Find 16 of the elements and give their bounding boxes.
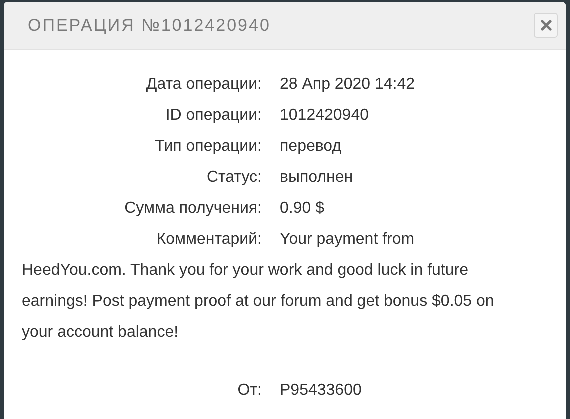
close-icon (540, 20, 552, 31)
field-value: P95433600 (280, 382, 362, 399)
close-button[interactable] (534, 13, 558, 38)
field-value: 1012420940 (280, 107, 369, 124)
field-value: 0.90 $ (280, 200, 324, 217)
dialog-title: ОПЕРАЦИЯ №1012420940 (28, 14, 271, 37)
field-value: выполнен (280, 169, 354, 186)
field-label: ID операции: (164, 106, 262, 126)
field-label: Тип операции: (154, 137, 262, 157)
field-label: От: (236, 381, 262, 401)
field-label: Сумма получения: (124, 199, 262, 219)
field-label: Статус: (206, 168, 262, 188)
comment-text: Комментарий: Your payment from HeedYou.com. Thank you for your work and good luck in future earnings! Post payment proof at our forum and get bonus $0.05 on your account balance! (22, 230, 496, 343)
field-value: перевод (280, 138, 342, 155)
field-value: 28 Апр 2020 14:42 (280, 76, 415, 93)
field-label: Дата операции: (145, 75, 262, 95)
